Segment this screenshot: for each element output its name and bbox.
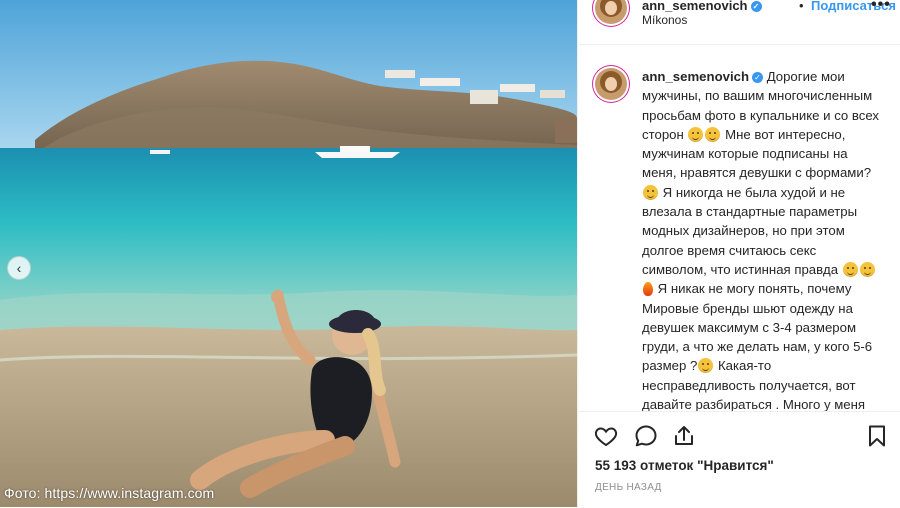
caption-avatar[interactable] bbox=[595, 68, 627, 100]
post-side-panel: ann_semenovich ✓ • Подписаться Míkonos ••… bbox=[577, 0, 900, 508]
grin-emoji-icon bbox=[643, 184, 658, 200]
comment-icon[interactable] bbox=[634, 424, 658, 448]
likes-count[interactable]: 55 193 отметок "Нравится" bbox=[595, 458, 774, 473]
wink-emoji-icon bbox=[859, 261, 875, 277]
post-timestamp[interactable]: ДЕНЬ НАЗАД bbox=[595, 482, 662, 493]
bookmark-icon[interactable] bbox=[865, 424, 889, 448]
wink-emoji-icon bbox=[688, 126, 704, 142]
verified-badge-icon: ✓ bbox=[750, 1, 762, 12]
caption-part-3: Я никогда не была худой и не влезала в с… bbox=[642, 184, 858, 277]
post-photo[interactable]: ‹ Фото: https://www.instagram.com bbox=[0, 0, 577, 507]
share-icon[interactable] bbox=[672, 424, 696, 448]
heart-icon[interactable] bbox=[594, 424, 618, 448]
post-actions: 55 193 отметок "Нравится" ДЕНЬ НАЗАД bbox=[578, 411, 900, 508]
header-username[interactable]: ann_semenovich ✓ bbox=[642, 0, 762, 13]
caption-area: ann_semenovich ✓ Дорогие мои мужчины, по … bbox=[578, 61, 900, 411]
separator-dot: • bbox=[799, 0, 804, 13]
avatar[interactable] bbox=[595, 0, 627, 24]
username-text[interactable]: ann_semenovich bbox=[642, 0, 748, 13]
verified-badge-icon: ✓ bbox=[752, 72, 764, 83]
smirk-emoji-icon bbox=[698, 358, 714, 374]
photo-watermark: Фото: https://www.instagram.com bbox=[4, 485, 215, 501]
previous-photo-button[interactable]: ‹ bbox=[7, 256, 31, 280]
laughing-emoji-icon bbox=[842, 261, 858, 277]
location-link[interactable]: Míkonos bbox=[642, 13, 687, 27]
laughing-emoji-icon bbox=[705, 126, 721, 142]
beach-photo-image bbox=[0, 0, 577, 507]
more-options-icon[interactable]: ••• bbox=[871, 0, 891, 14]
chevron-left-icon: ‹ bbox=[16, 260, 22, 276]
caption-username[interactable]: ann_semenovich bbox=[642, 69, 749, 84]
fire-emoji-icon bbox=[643, 282, 653, 297]
post-header: ann_semenovich ✓ • Подписаться Míkonos ••… bbox=[578, 0, 900, 45]
caption-text: ann_semenovich ✓ Дорогие мои мужчины, по … bbox=[642, 67, 882, 411]
